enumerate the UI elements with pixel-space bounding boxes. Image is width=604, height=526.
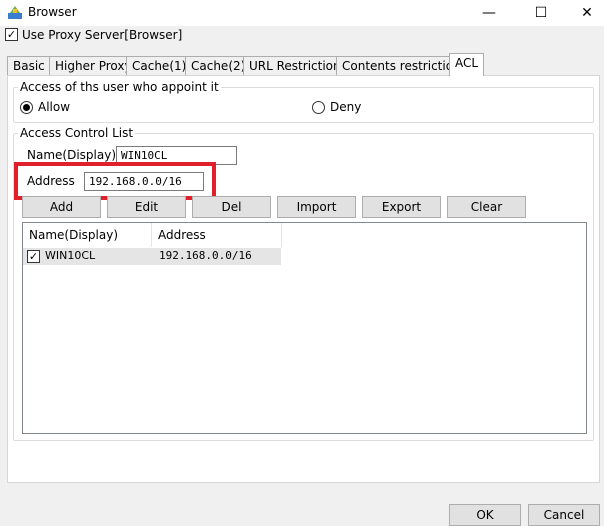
use-proxy-label: Use Proxy Server[Browser] bbox=[22, 28, 183, 42]
minimize-icon: — bbox=[482, 5, 496, 21]
title-bar: Browser — ☐ ✕ bbox=[0, 0, 604, 26]
cancel-button[interactable]: Cancel bbox=[528, 504, 600, 526]
browser-app-icon bbox=[7, 4, 23, 20]
acl-group-title: Access Control List bbox=[18, 126, 136, 140]
radio-selected-dot bbox=[23, 104, 30, 111]
close-icon: ✕ bbox=[581, 5, 593, 21]
row-name-cell: WIN10CL bbox=[45, 249, 96, 262]
tab-acl[interactable]: ACL bbox=[449, 53, 485, 76]
add-button[interactable]: Add bbox=[22, 196, 101, 218]
check-icon: ✓ bbox=[6, 28, 17, 41]
tab-cache-2[interactable]: Cache(2) bbox=[185, 56, 252, 75]
maximize-icon: ☐ bbox=[534, 5, 548, 21]
edit-button[interactable]: Edit bbox=[107, 196, 186, 218]
deny-label: Deny bbox=[330, 100, 362, 114]
maximize-button[interactable]: ☐ bbox=[518, 0, 564, 26]
export-button[interactable]: Export bbox=[362, 196, 441, 218]
deny-radio[interactable] bbox=[312, 101, 325, 114]
clear-button[interactable]: Clear bbox=[447, 196, 526, 218]
check-icon: ✓ bbox=[28, 250, 39, 263]
allow-label: Allow bbox=[38, 100, 71, 114]
ok-button[interactable]: OK bbox=[449, 504, 521, 526]
tab-basic[interactable]: Basic bbox=[7, 56, 51, 75]
acl-list-view[interactable]: Name(Display) Address ✓ WIN10CL 192.168.… bbox=[22, 222, 587, 434]
tab-contents-restriction[interactable]: Contents restriction bbox=[336, 56, 467, 75]
row-address-cell: 192.168.0.0/16 bbox=[159, 249, 252, 262]
tab-url-restriction[interactable]: URL Restriction bbox=[243, 56, 347, 75]
del-button[interactable]: Del bbox=[192, 196, 271, 218]
access-group-title: Access of ths user who appoint it bbox=[18, 80, 221, 94]
column-header-address[interactable]: Address bbox=[152, 223, 282, 247]
use-proxy-checkbox[interactable]: ✓ bbox=[5, 28, 18, 41]
column-header-name[interactable]: Name(Display) bbox=[23, 223, 152, 247]
tab-cache-1[interactable]: Cache(1) bbox=[126, 56, 193, 75]
table-row[interactable]: ✓ WIN10CL 192.168.0.0/16 bbox=[23, 248, 281, 265]
name-display-label: Name(Display) bbox=[27, 148, 116, 162]
tab-higher-proxy[interactable]: Higher Proxy bbox=[49, 56, 138, 75]
import-button[interactable]: Import bbox=[277, 196, 356, 218]
address-highlight-box bbox=[14, 162, 216, 200]
minimize-button[interactable]: — bbox=[466, 0, 512, 26]
close-button[interactable]: ✕ bbox=[564, 0, 604, 26]
allow-radio[interactable] bbox=[20, 101, 33, 114]
window-title: Browser bbox=[28, 5, 77, 19]
row-checkbox[interactable]: ✓ bbox=[27, 250, 40, 263]
